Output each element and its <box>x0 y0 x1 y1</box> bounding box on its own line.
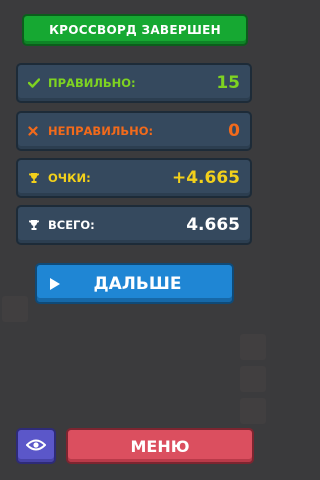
background-cell <box>240 366 266 392</box>
background-cell <box>240 334 266 360</box>
stat-value-wrong: 0 <box>228 121 240 141</box>
title-banner: КРОССВОРД ЗАВЕРШЕН <box>22 14 248 46</box>
trophy-icon <box>28 219 44 231</box>
stat-label-total: ВСЕГО: <box>48 218 95 232</box>
stat-label-points: ОЧКИ: <box>48 171 91 185</box>
check-icon <box>28 78 44 88</box>
stat-value-points: +4.665 <box>171 168 240 188</box>
menu-button-label: МЕНЮ <box>130 436 190 456</box>
next-button-label: ДАЛЬШЕ <box>93 273 182 294</box>
eye-icon <box>25 437 47 456</box>
play-icon <box>49 277 63 291</box>
next-button[interactable]: ДАЛЬШЕ <box>35 263 234 304</box>
reveal-button[interactable] <box>16 428 56 464</box>
background-cell <box>240 398 266 424</box>
stat-row-points: ОЧКИ: +4.665 <box>16 158 252 198</box>
stat-row-total: ВСЕГО: 4.665 <box>16 205 252 245</box>
stat-label-correct: ПРАВИЛЬНО: <box>48 76 136 90</box>
trophy-icon <box>28 172 44 184</box>
title-text: КРОССВОРД ЗАВЕРШЕН <box>49 23 221 37</box>
menu-button[interactable]: МЕНЮ <box>66 428 254 464</box>
stat-value-total: 4.665 <box>186 215 240 235</box>
background-cell <box>2 296 28 322</box>
stat-value-correct: 15 <box>216 73 240 93</box>
stat-row-wrong: НЕПРАВИЛЬНО: 0 <box>16 111 252 151</box>
stat-row-correct: ПРАВИЛЬНО: 15 <box>16 63 252 103</box>
stat-label-wrong: НЕПРАВИЛЬНО: <box>48 124 154 138</box>
cross-icon <box>28 126 44 136</box>
